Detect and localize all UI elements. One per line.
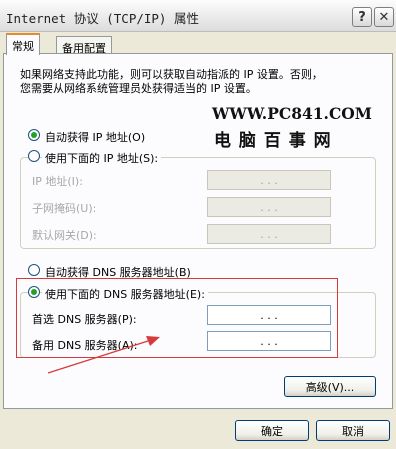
tab-general[interactable]: 常规 xyxy=(6,33,40,55)
auto-ip-label[interactable]: 自动获得 IP 地址(O) xyxy=(45,129,145,145)
watermark-site-name: 电 脑 百 事 网 xyxy=(214,131,332,151)
ok-button[interactable]: 确定 xyxy=(235,420,309,441)
subnet-mask-field[interactable]: . . . xyxy=(207,197,331,217)
default-gateway-label: 默认网关(D): xyxy=(32,229,97,242)
close-button[interactable]: ✕ xyxy=(374,7,394,27)
title-bar: Internet 协议 (TCP/IP) 属性 ? ✕ xyxy=(0,0,396,32)
help-button[interactable]: ? xyxy=(352,7,372,27)
description-line-2: 您需要从网络系统管理员处获得适当的 IP 设置。 xyxy=(20,82,257,95)
ip-address-field[interactable]: . . . xyxy=(207,170,331,190)
auto-ip-radio[interactable] xyxy=(28,129,40,141)
cancel-button[interactable]: 取消 xyxy=(316,420,390,441)
watermark-url: WWW.PC841.COM xyxy=(212,104,372,123)
auto-dns-radio[interactable] xyxy=(28,264,40,276)
window-title: Internet 协议 (TCP/IP) 属性 xyxy=(6,11,199,26)
advanced-button[interactable]: 高级(V)... xyxy=(284,376,376,397)
manual-ip-radio[interactable] xyxy=(28,150,40,162)
help-icon: ? xyxy=(358,9,366,25)
default-gateway-field[interactable]: . . . xyxy=(207,224,331,244)
ip-address-label: IP 地址(I): xyxy=(32,175,83,188)
close-icon: ✕ xyxy=(378,9,390,25)
manual-ip-label[interactable]: 使用下面的 IP 地址(S): xyxy=(42,150,162,166)
dns-highlight-box xyxy=(16,278,338,358)
subnet-mask-label: 子网掩码(U): xyxy=(32,202,97,215)
